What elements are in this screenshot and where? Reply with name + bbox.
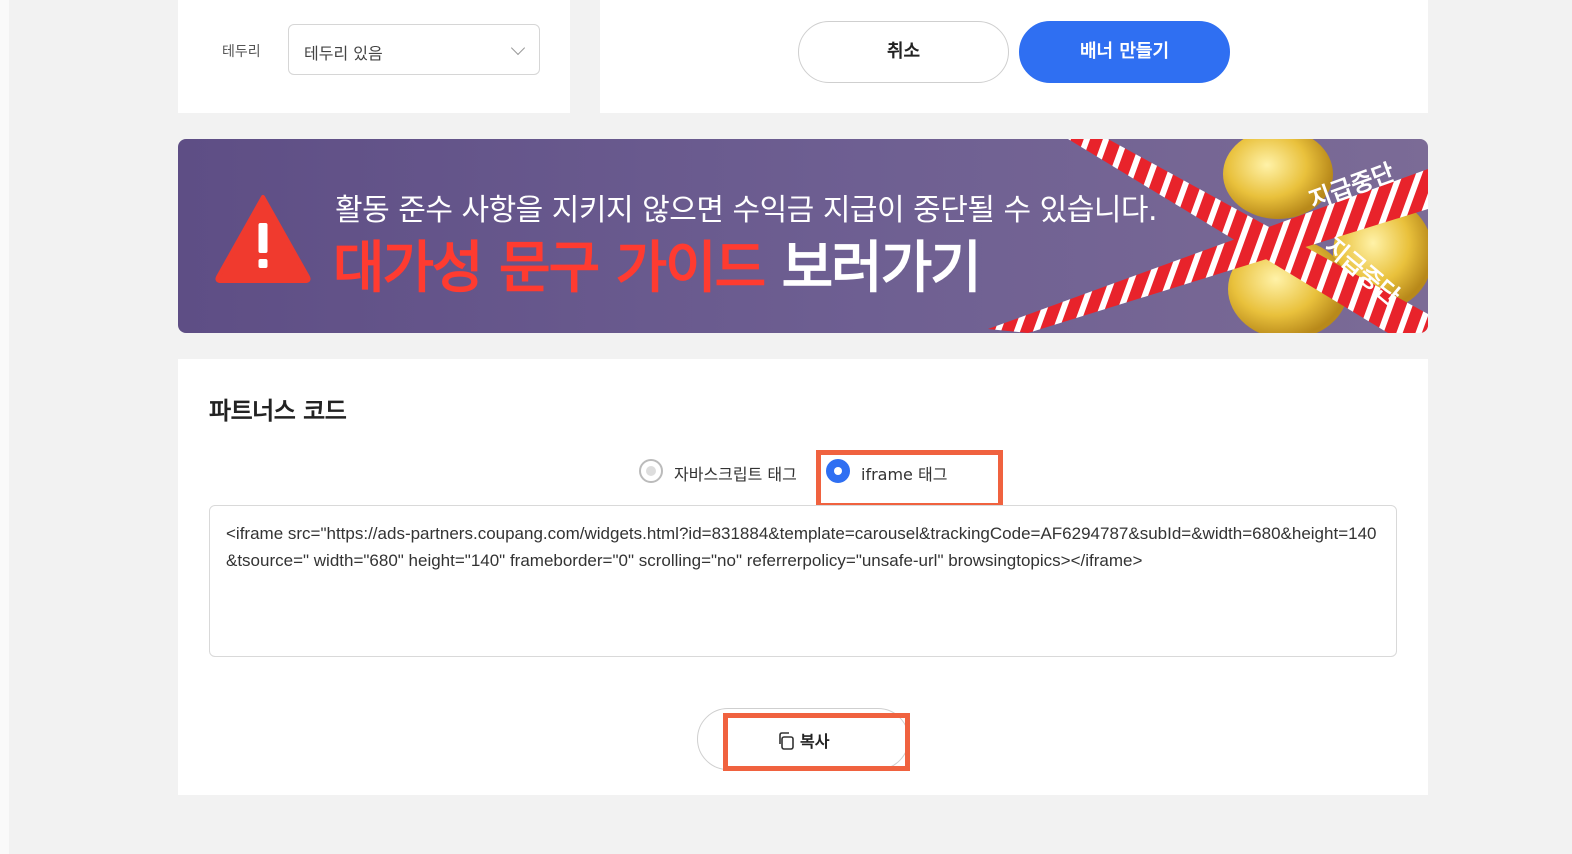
banner-guide-cta: 보러가기 — [764, 236, 982, 301]
radio-button-selected-icon[interactable] — [826, 459, 850, 483]
coin-tape-illustration: 지급중단 지급중단 — [988, 139, 1428, 333]
radio-label-javascript: 자바스크립트 태그 — [674, 465, 797, 484]
cancel-button[interactable]: 취소 — [798, 21, 1009, 83]
chevron-down-icon — [510, 40, 526, 56]
border-label: 테두리 — [222, 44, 261, 60]
banner-guide-title: 대가성 문구 가이드 — [333, 236, 766, 301]
radio-label-iframe: iframe 태그 — [861, 465, 948, 484]
partners-code-title: 파트너스 코드 — [209, 397, 347, 425]
border-settings-panel: 테두리 테두리 있음 — [178, 0, 570, 113]
page-edge — [0, 0, 9, 854]
banner-guide-link[interactable]: 대가성 문구 가이드 보러가기 — [333, 223, 982, 304]
border-select-value: 테두리 있음 — [304, 44, 383, 63]
radio-button-icon[interactable] — [639, 459, 663, 483]
copy-icon — [779, 732, 794, 750]
actions-panel: 취소 배너 만들기 — [600, 0, 1428, 113]
copy-button-content[interactable]: 복사 — [776, 728, 829, 752]
create-banner-button[interactable]: 배너 만들기 — [1019, 21, 1230, 83]
code-textarea[interactable]: <iframe src="https://ads-partners.coupan… — [209, 505, 1397, 657]
partners-code-panel: 파트너스 코드 자바스크립트 태그 iframe 태그 <iframe src=… — [178, 359, 1428, 795]
copy-label: 복사 — [800, 732, 830, 751]
warning-icon — [215, 195, 311, 283]
border-select[interactable]: 테두리 있음 — [288, 24, 540, 75]
guide-banner[interactable]: 활동 준수 사항을 지키지 않으면 수익금 지급이 중단될 수 있습니다. 대가… — [178, 139, 1428, 333]
